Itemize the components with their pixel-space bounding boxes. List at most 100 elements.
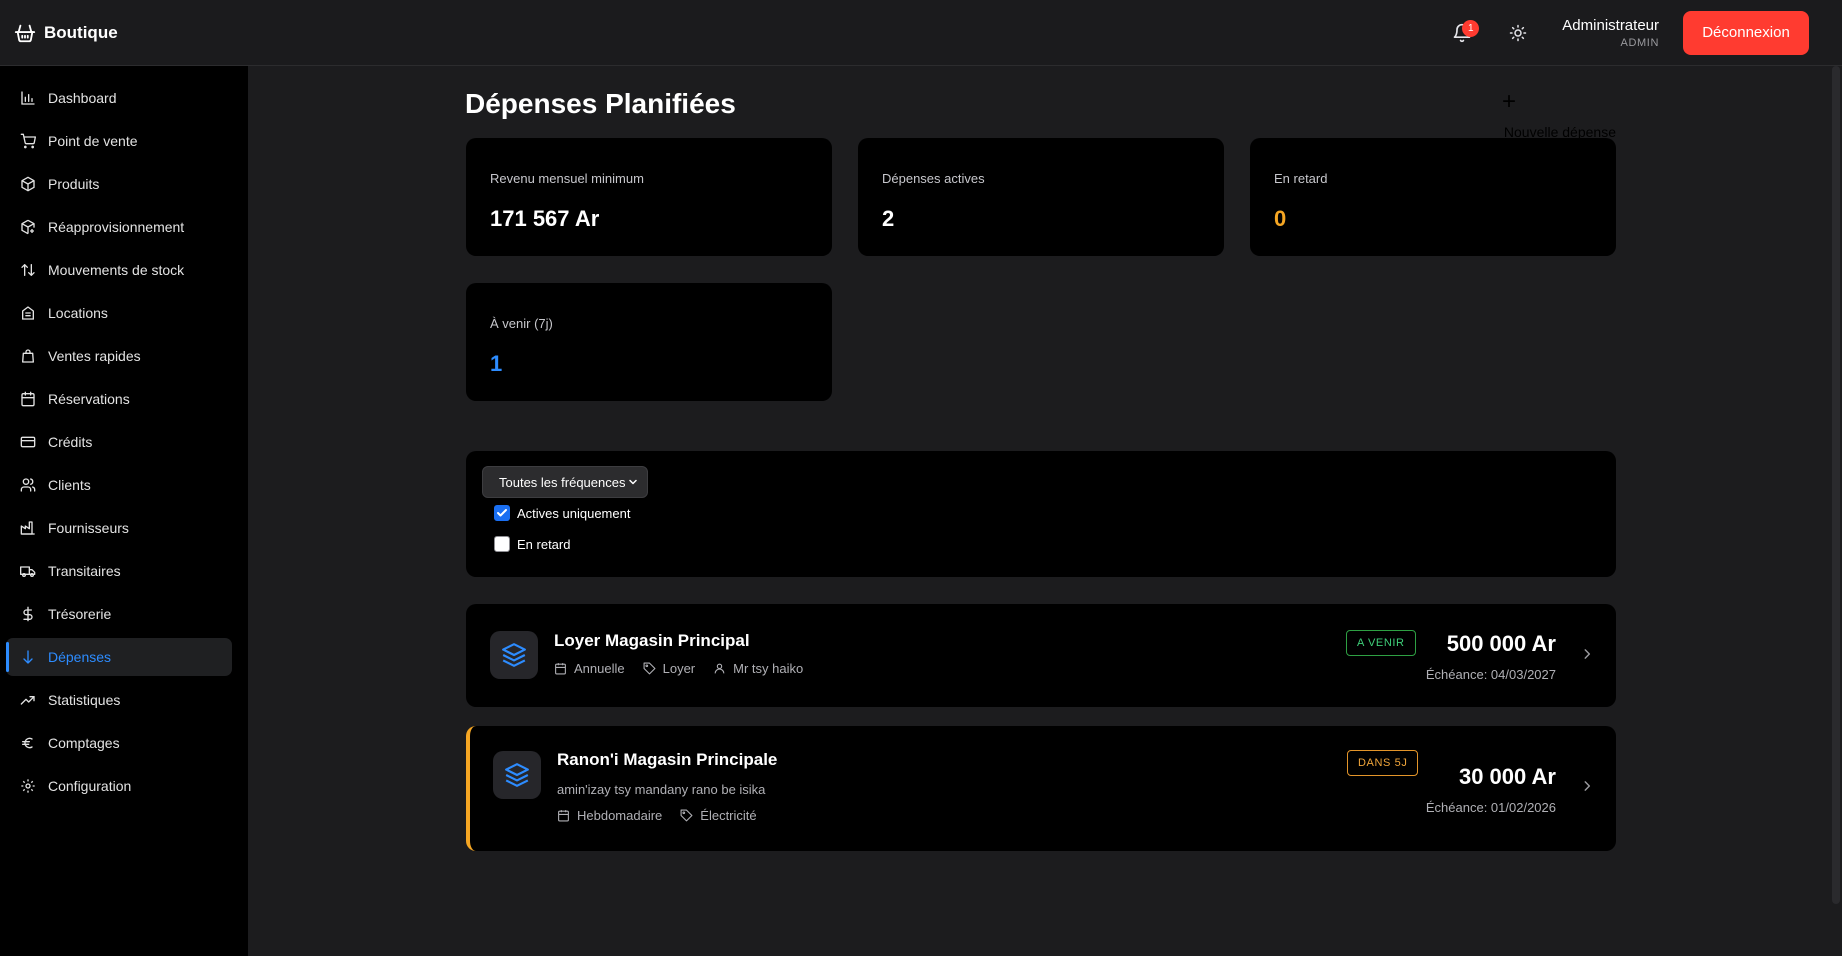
sidebar-item-depenses[interactable]: Dépenses [6, 638, 232, 676]
expense-card[interactable]: Ranon'i Magasin Principale amin'izay tsy… [466, 726, 1616, 851]
sidebar-item-label: Dépenses [48, 649, 112, 665]
user-name: Administrateur [1562, 16, 1659, 34]
sidebar-item-statistiques[interactable]: Statistiques [6, 681, 232, 719]
expense-person-label: Mr tsy haiko [733, 661, 804, 676]
expense-due-date: Échéance: 04/03/2027 [1425, 667, 1556, 682]
filters-panel: Toutes les fréquences Actives uniquement… [466, 451, 1616, 577]
sidebar-item-fournisseurs[interactable]: Fournisseurs [6, 509, 232, 547]
stat-label: À venir (7j) [490, 316, 553, 331]
basket-icon [14, 22, 36, 44]
sidebar-item-label: Dashboard [48, 90, 117, 106]
sidebar-item-label: Mouvements de stock [48, 262, 185, 278]
sidebar-item-point-de-vente[interactable]: Point de vente [6, 122, 232, 160]
sidebar-item-label: Réservations [48, 391, 130, 407]
chevron-right-icon[interactable] [1580, 777, 1594, 795]
late-checkbox[interactable] [494, 536, 510, 552]
sidebar-item-label: Clients [48, 477, 91, 493]
brand[interactable]: Boutique [14, 22, 118, 44]
truck-icon [19, 562, 37, 580]
layers-icon [493, 751, 541, 799]
expense-category: Loyer [643, 661, 695, 676]
sidebar-item-label: Configuration [48, 778, 132, 794]
sidebar-item-dashboard[interactable]: Dashboard [6, 79, 232, 117]
expense-title: Ranon'i Magasin Principale [557, 750, 778, 769]
user-icon [713, 662, 733, 675]
sidebar-item-label: Point de vente [48, 133, 138, 149]
stat-value: 171 567 Ar [490, 206, 600, 231]
user-role: ADMIN [1620, 36, 1659, 49]
plus-icon: + [1502, 88, 1517, 115]
stat-value: 2 [882, 206, 895, 231]
sidebar-item-reapprovisionnement[interactable]: Réapprovisionnement [6, 208, 232, 246]
sidebar-item-produits[interactable]: Produits [6, 165, 232, 203]
sidebar-item-label: Transitaires [48, 563, 121, 579]
page-scrollbar[interactable] [1830, 66, 1842, 956]
stat-label: Revenu mensuel minimum [490, 171, 644, 186]
chevron-right-icon[interactable] [1580, 645, 1594, 663]
sidebar-item-clients[interactable]: Clients [6, 466, 232, 504]
page-title: Dépenses Planifiées [465, 88, 736, 119]
stat-card-active-expenses: Dépenses actives 2 [858, 138, 1224, 256]
expense-category-label: Électricité [700, 808, 757, 823]
sidebar: Dashboard Point de vente Produits Réappr… [0, 66, 248, 956]
top-bar: Boutique 1 Administrateur ADMIN Déconnex… [0, 0, 1842, 66]
shopping-bag-icon [19, 347, 37, 365]
stat-label: En retard [1274, 171, 1328, 186]
sidebar-item-label: Ventes rapides [48, 348, 141, 364]
sidebar-item-ventes-rapides[interactable]: Ventes rapides [6, 337, 232, 375]
package-icon [19, 175, 37, 193]
chart-bars-icon [19, 89, 37, 107]
sidebar-item-configuration[interactable]: Configuration [6, 767, 232, 805]
expense-due-date: Échéance: 01/02/2026 [1425, 800, 1556, 815]
sidebar-item-label: Comptages [48, 735, 120, 751]
expense-frequency: Hebdomadaire [557, 808, 662, 823]
theme-toggle-button[interactable] [1498, 13, 1538, 53]
frequency-select-value: Toutes les fréquences [499, 474, 626, 490]
sidebar-item-credits[interactable]: Crédits [6, 423, 232, 461]
main-content: Dépenses Planifiées + Nouvelle dépense R… [248, 66, 1830, 956]
status-badge: DANS 5J [1347, 750, 1419, 776]
sidebar-item-reservations[interactable]: Réservations [6, 380, 232, 418]
arrows-up-down-icon [19, 261, 37, 279]
building-icon [19, 304, 37, 322]
expense-person: Mr tsy haiko [713, 661, 803, 676]
layers-icon [490, 631, 538, 679]
expense-frequency-label: Annuelle [574, 661, 625, 676]
stat-value: 0 [1274, 206, 1287, 231]
late-label: En retard [517, 536, 571, 552]
late-checkbox-row[interactable]: En retard [494, 536, 570, 552]
user-info: Administrateur ADMIN [1562, 17, 1659, 49]
sidebar-item-locations[interactable]: Locations [6, 294, 232, 332]
sidebar-item-mouvements-de-stock[interactable]: Mouvements de stock [6, 251, 232, 289]
active-only-checkbox[interactable] [494, 505, 510, 521]
scrollbar-thumb[interactable] [1832, 66, 1840, 904]
stat-card-late: En retard 0 [1250, 138, 1616, 256]
calendar-icon [554, 662, 574, 675]
expense-frequency: Annuelle [554, 661, 625, 676]
cart-icon [19, 132, 37, 150]
dollar-icon [19, 605, 37, 623]
sidebar-item-tresorerie[interactable]: Trésorerie [6, 595, 232, 633]
logout-button[interactable]: Déconnexion [1683, 10, 1809, 55]
sidebar-item-label: Trésorerie [48, 606, 112, 622]
notification-count-badge: 1 [1462, 19, 1480, 37]
sidebar-item-transitaires[interactable]: Transitaires [6, 552, 232, 590]
sidebar-item-label: Statistiques [48, 692, 121, 708]
factory-icon [19, 519, 37, 537]
tag-icon [680, 809, 700, 822]
active-only-checkbox-row[interactable]: Actives uniquement [494, 505, 630, 521]
tag-icon [643, 662, 663, 675]
trending-up-icon [19, 691, 37, 709]
expense-card[interactable]: Loyer Magasin Principal Annuelle Loyer M… [466, 604, 1616, 707]
sidebar-item-comptages[interactable]: Comptages [6, 724, 232, 762]
sidebar-item-label: Crédits [48, 434, 93, 450]
sidebar-item-label: Locations [48, 305, 108, 321]
frequency-select[interactable]: Toutes les fréquences [482, 466, 648, 498]
notifications-button[interactable]: 1 [1442, 13, 1482, 53]
calendar-icon [557, 809, 577, 822]
package-plus-icon [19, 218, 37, 236]
expense-amount: 30 000 Ar [1458, 764, 1556, 789]
expense-amount: 500 000 Ar [1446, 631, 1556, 656]
status-badge: A VENIR [1346, 630, 1416, 656]
stat-label: Dépenses actives [882, 171, 985, 186]
